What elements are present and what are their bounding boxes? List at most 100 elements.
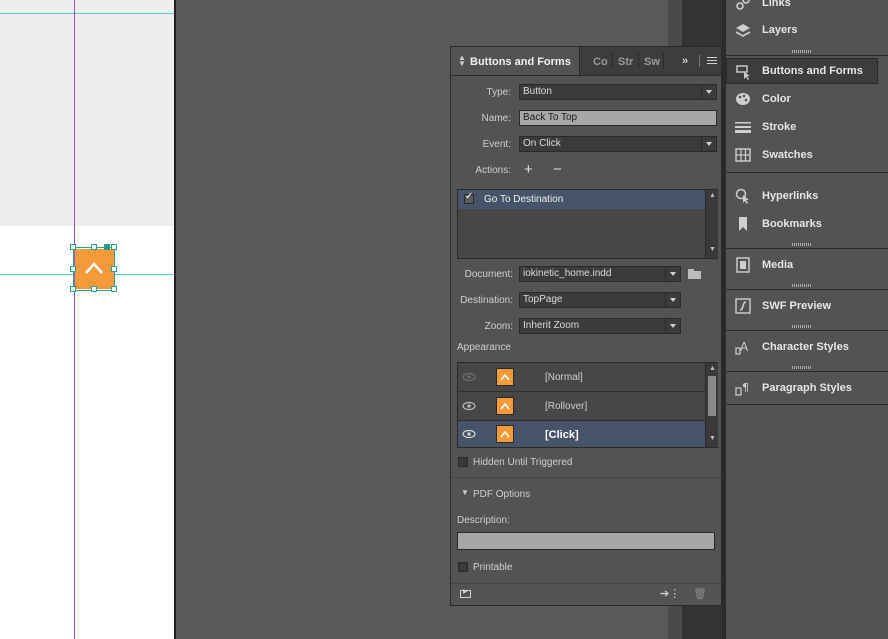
action-row[interactable]: ✓ Go To Destination	[458, 190, 705, 209]
zoom-label: Zoom:	[484, 321, 513, 332]
color-palette-icon	[736, 93, 750, 105]
pdf-options-heading[interactable]: PDF Options	[473, 489, 530, 500]
dock-group-grip[interactable]	[792, 243, 812, 246]
tab-color[interactable]: Co	[593, 56, 608, 68]
svg-text:¶: ¶	[742, 381, 749, 394]
destination-label: Destination:	[460, 295, 513, 306]
resize-handle[interactable]	[111, 244, 117, 250]
tab-label: Buttons and Forms	[470, 56, 571, 68]
dock-item-swf-preview[interactable]: SWF Preview	[726, 293, 888, 319]
dock-group-grip[interactable]	[792, 366, 812, 369]
tab-swatches[interactable]: Sw	[644, 56, 660, 68]
dock-item-links[interactable]: Links	[726, 0, 888, 16]
description-input[interactable]	[457, 532, 715, 550]
scroll-down-icon[interactable]: ▼	[709, 435, 716, 442]
back-to-top-button-object[interactable]	[75, 249, 114, 289]
dock-item-label: Color	[762, 93, 791, 105]
tab-buttons-and-forms[interactable]: ▲ ▼ Buttons and Forms	[451, 47, 580, 75]
dock-item-character-styles[interactable]: A Character Styles	[726, 334, 888, 360]
visibility-eye-icon[interactable]	[462, 399, 476, 413]
content-grabber-handle[interactable]	[104, 244, 110, 250]
event-label: Event:	[482, 139, 511, 150]
actions-scrollbar[interactable]: ▲ ▼	[705, 190, 718, 258]
paragraph-styles-icon: ¶	[735, 381, 749, 396]
dock-item-buttons-and-forms[interactable]: Buttons and Forms	[726, 58, 878, 84]
dock-item-paragraph-styles[interactable]: ¶ Paragraph Styles	[726, 375, 888, 401]
section-divider	[451, 477, 721, 478]
convert-to-object-icon[interactable]: ➔⋮	[660, 587, 680, 600]
guide-vertical[interactable]	[74, 0, 75, 639]
scrollbar-thumb[interactable]	[708, 376, 716, 416]
document-canvas[interactable]	[0, 0, 174, 639]
canvas-edge	[174, 0, 176, 639]
add-action-button[interactable]: +	[524, 161, 533, 178]
action-label: Go To Destination	[484, 194, 564, 205]
more-tabs-icon[interactable]: »	[682, 55, 688, 67]
type-dropdown[interactable]: Button	[519, 84, 717, 100]
panel-menu-icon[interactable]	[707, 57, 717, 65]
dock-item-hyperlinks[interactable]: Hyperlinks	[726, 183, 888, 209]
resize-handle[interactable]	[111, 266, 117, 272]
dock-item-media[interactable]: Media	[726, 252, 888, 278]
state-row-normal[interactable]: [Normal]	[458, 363, 705, 391]
chevron-down-icon	[701, 137, 716, 151]
trash-icon[interactable]: 🗑	[693, 587, 707, 600]
dock-group-grip[interactable]	[792, 50, 812, 53]
chevron-up-icon	[500, 373, 510, 381]
state-label: [Rollover]	[545, 401, 588, 412]
appearance-scrollbar[interactable]: ▲ ▼	[705, 363, 718, 447]
action-enabled-checkbox[interactable]: ✓	[464, 191, 474, 204]
panel-collapse-arrows-icon[interactable]: ▲ ▼	[458, 54, 466, 68]
printable-checkbox[interactable]	[458, 562, 468, 572]
scroll-up-icon[interactable]: ▲	[709, 365, 716, 372]
event-dropdown[interactable]: On Click	[519, 136, 717, 152]
document-dropdown[interactable]: iokinetic_home.indd	[519, 266, 681, 282]
dock-item-swatches[interactable]: Swatches	[726, 142, 888, 168]
dock-item-stroke[interactable]: Stroke	[726, 114, 888, 140]
dock-item-label: Media	[762, 259, 794, 271]
appearance-states-list[interactable]: [Normal] [Rollover] [Click] ▲ ▼	[457, 362, 718, 448]
resize-handle[interactable]	[70, 244, 76, 250]
panel-tab-bar: ▲ ▼ Buttons and Forms Co Str Sw »	[451, 47, 721, 76]
buttons-and-forms-panel[interactable]: ▲ ▼ Buttons and Forms Co Str Sw » Type: B…	[450, 46, 722, 606]
resize-handle[interactable]	[111, 286, 117, 292]
dock-group-grip[interactable]	[792, 284, 812, 287]
name-input[interactable]: Back To Top	[519, 110, 717, 126]
disclosure-triangle-icon[interactable]: ▼	[461, 488, 469, 497]
remove-action-button[interactable]: −	[553, 161, 562, 178]
stroke-icon	[735, 122, 751, 133]
hidden-until-triggered-label: Hidden Until Triggered	[473, 457, 573, 468]
character-styles-icon: A	[735, 340, 749, 355]
resize-handle[interactable]	[91, 286, 97, 292]
visibility-eye-icon[interactable]	[462, 427, 476, 441]
chevron-up-icon	[500, 430, 510, 438]
actions-list[interactable]: ✓ Go To Destination ▲ ▼	[457, 189, 718, 259]
destination-dropdown[interactable]: TopPage	[519, 292, 681, 308]
dock-item-layers[interactable]: Layers	[726, 17, 888, 43]
state-row-click[interactable]: [Click]	[458, 421, 705, 447]
dock-item-bookmarks[interactable]: Bookmarks	[726, 211, 888, 237]
resize-handle[interactable]	[70, 266, 76, 272]
tab-divider	[638, 53, 639, 69]
dock-item-label: Buttons and Forms	[762, 65, 863, 77]
visibility-eye-icon[interactable]	[462, 370, 476, 384]
checkmark-icon: ✓	[465, 191, 474, 202]
dock-item-color[interactable]: Color	[726, 86, 888, 112]
dock-separator	[726, 330, 888, 331]
state-label: [Normal]	[545, 372, 583, 383]
buttons-forms-icon	[736, 65, 750, 80]
dock-separator	[726, 289, 888, 290]
hidden-until-triggered-checkbox[interactable]	[458, 457, 468, 467]
scroll-down-icon[interactable]: ▼	[709, 246, 716, 253]
guide-horizontal[interactable]	[0, 13, 174, 14]
tab-stroke[interactable]: Str	[618, 56, 633, 68]
state-row-rollover[interactable]: [Rollover]	[458, 392, 705, 420]
preview-spread-icon[interactable]: ▶	[460, 589, 471, 598]
resize-handle[interactable]	[70, 286, 76, 292]
scroll-up-icon[interactable]: ▲	[709, 192, 716, 199]
folder-icon[interactable]	[688, 269, 701, 279]
dock-group-grip[interactable]	[792, 325, 812, 328]
zoom-dropdown[interactable]: Inherit Zoom	[519, 318, 681, 334]
name-value: Back To Top	[523, 112, 578, 123]
resize-handle[interactable]	[91, 244, 97, 250]
